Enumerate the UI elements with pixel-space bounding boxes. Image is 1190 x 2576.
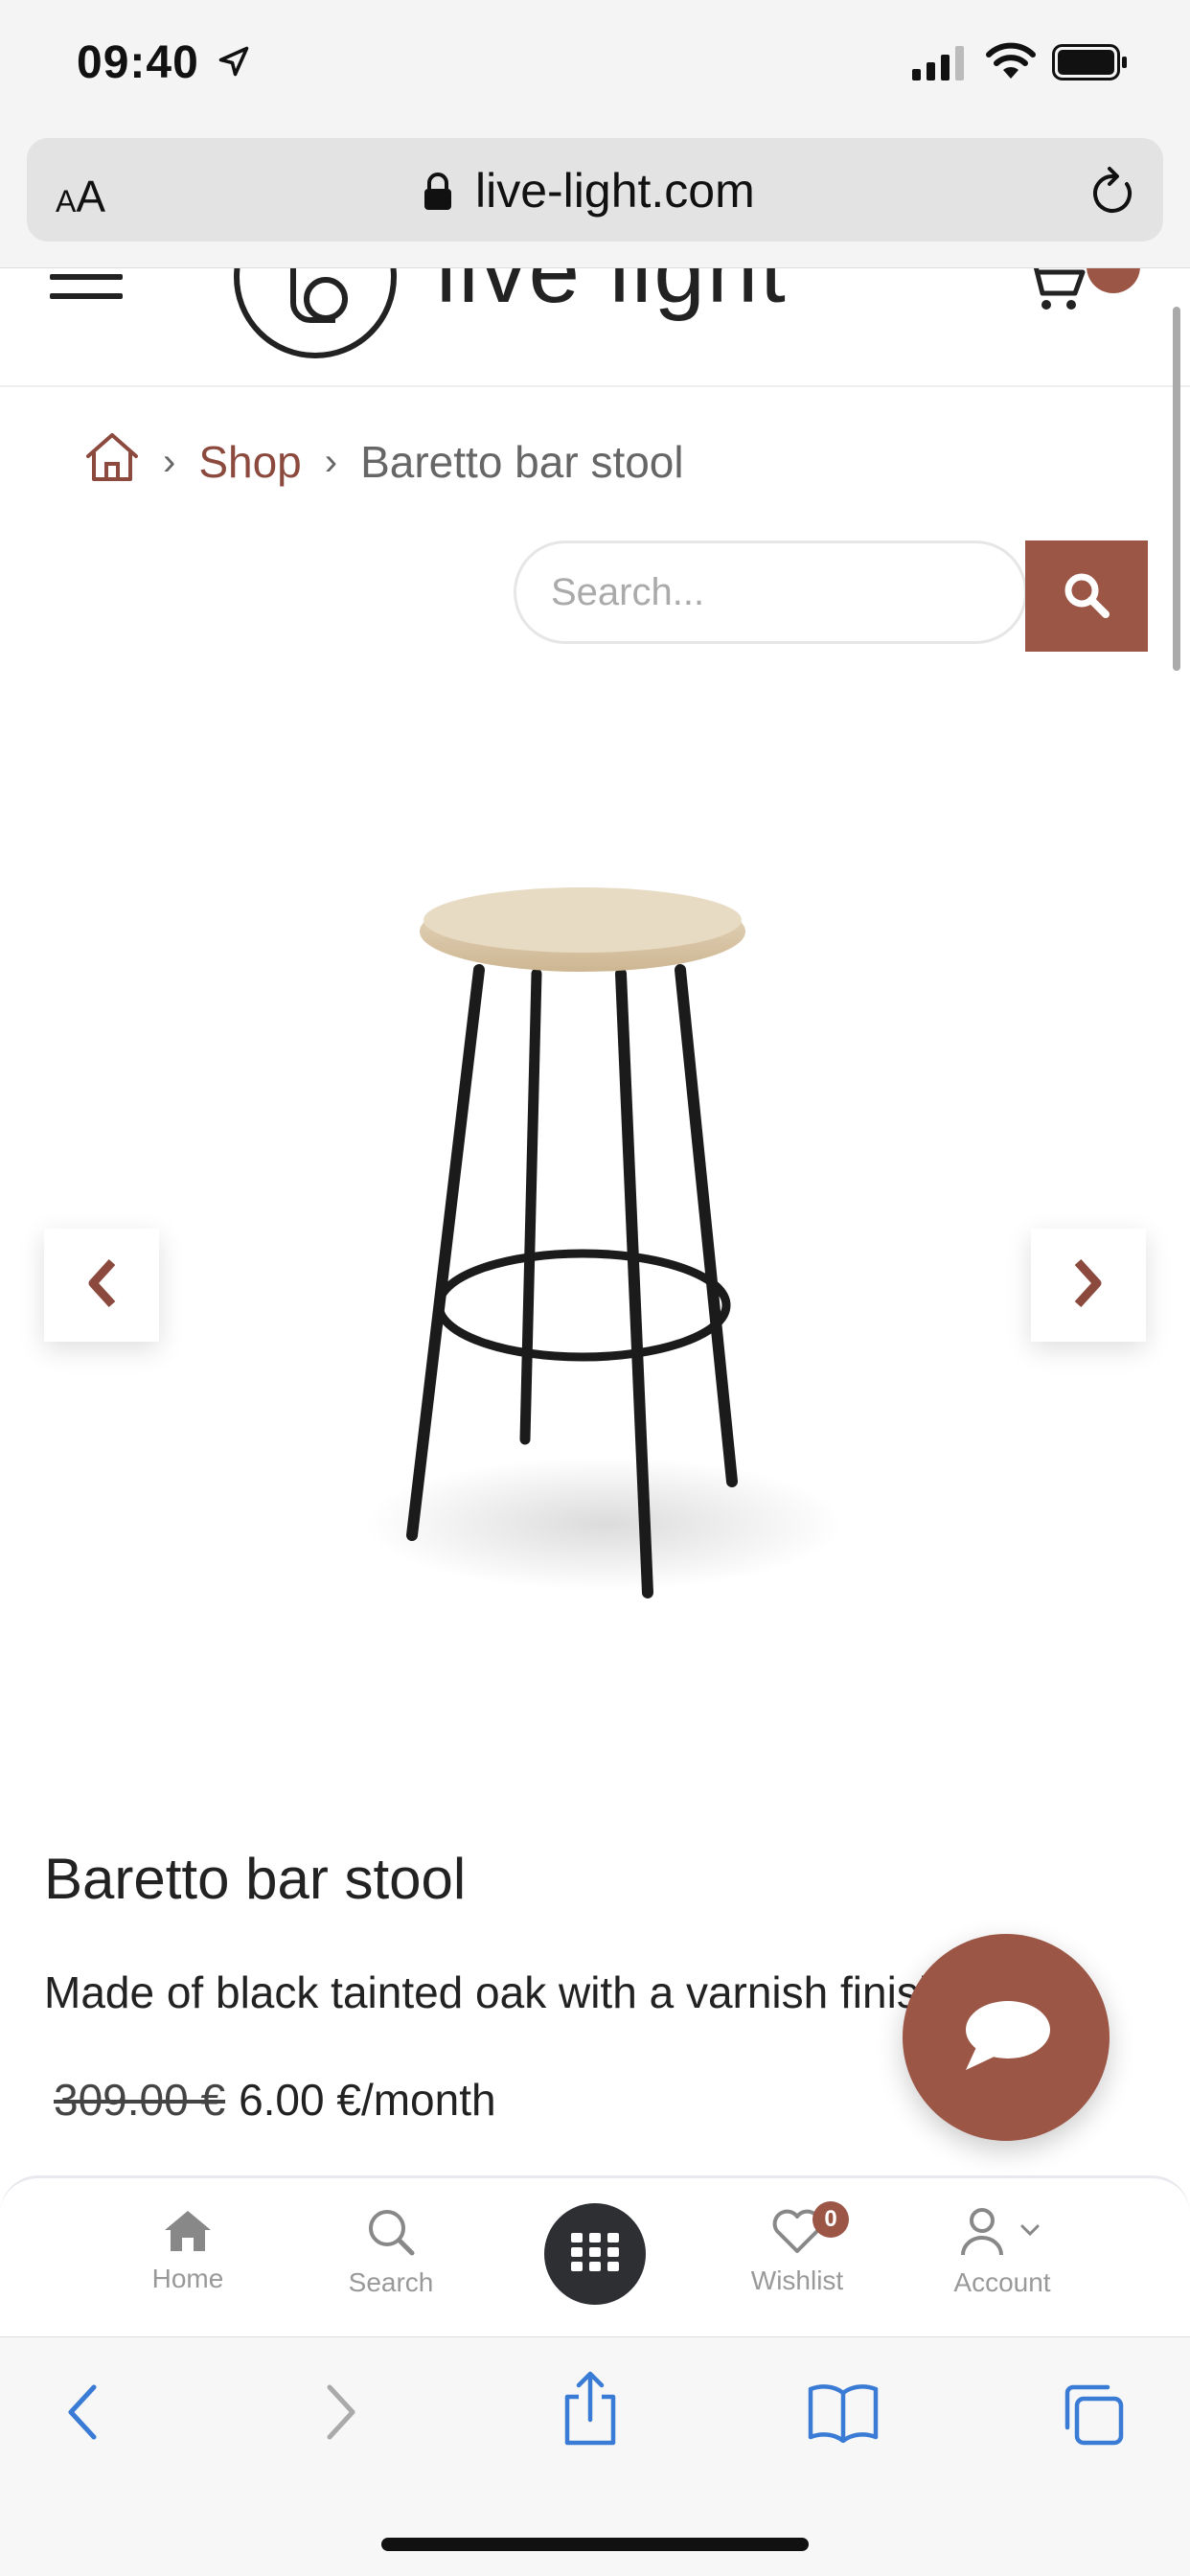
chat-bubble-icon: [960, 1995, 1052, 2081]
search-input[interactable]: [514, 540, 1027, 644]
chevron-right-icon: ›: [324, 440, 338, 483]
bookmarks-icon[interactable]: [807, 2381, 880, 2448]
product-image[interactable]: [316, 853, 891, 1624]
back-arrow-icon[interactable]: [61, 2381, 103, 2448]
nav-home[interactable]: Home: [102, 2207, 274, 2294]
home-indicator[interactable]: [381, 2538, 809, 2551]
nav-wishlist[interactable]: 0 Wishlist: [711, 2201, 883, 2296]
lock-icon: [422, 172, 454, 216]
home-icon[interactable]: [84, 431, 140, 494]
share-icon[interactable]: [560, 2370, 621, 2451]
logo-icon[interactable]: [230, 268, 400, 367]
tabs-icon[interactable]: [1060, 2381, 1125, 2451]
old-price: 309.00 €: [54, 2075, 226, 2125]
chevron-left-icon: [85, 1258, 118, 1313]
current-price: 6.00 €/month: [239, 2075, 496, 2125]
search-icon: [1062, 570, 1111, 623]
product-price: 309.00 € 6.00 €/month: [54, 2074, 496, 2126]
url-domain[interactable]: live-light.com: [475, 163, 755, 218]
chevron-right-icon: [1072, 1258, 1105, 1313]
forward-arrow-icon[interactable]: [320, 2381, 362, 2448]
wishlist-count-badge: 0: [812, 2201, 849, 2238]
nav-menu-button[interactable]: [544, 2203, 646, 2305]
cart-count-badge: [1087, 268, 1140, 293]
product-description: Made of black tainted oak with a varnish…: [44, 1967, 944, 2017]
wifi-icon: [985, 42, 1037, 85]
chat-button[interactable]: [903, 1934, 1110, 2141]
nav-home-label: Home: [151, 2264, 224, 2293]
search-icon: [366, 2210, 416, 2261]
reload-icon[interactable]: [1088, 165, 1136, 221]
carousel-next-button[interactable]: [1031, 1229, 1146, 1342]
search-button[interactable]: [1025, 540, 1148, 652]
home-icon: [161, 2211, 215, 2257]
browser-address-area: AA live-light.com: [0, 125, 1190, 268]
site-header: live light: [0, 268, 1190, 387]
breadcrumb-shop-link[interactable]: Shop: [198, 436, 301, 488]
menu-icon[interactable]: [50, 274, 123, 316]
location-arrow-icon: [217, 44, 251, 83]
breadcrumb-current: Baretto bar stool: [360, 437, 684, 487]
grid-icon: [571, 2232, 619, 2276]
cellular-signal-icon: [912, 46, 968, 85]
breadcrumb: › Shop › Baretto bar stool: [84, 431, 684, 494]
cart-icon[interactable]: [1021, 268, 1088, 317]
page: 09:40 AA live-light.com live light › Sho…: [0, 0, 1190, 2576]
carousel-prev-button[interactable]: [44, 1229, 159, 1342]
chevron-right-icon: ›: [163, 440, 176, 483]
text-size-button[interactable]: AA: [56, 171, 105, 222]
address-bar[interactable]: AA live-light.com: [27, 138, 1163, 242]
user-icon: [959, 2208, 1045, 2261]
product-title: Baretto bar stool: [44, 1847, 467, 1911]
bottom-nav: Home Search 0 Wishlist Account: [0, 2175, 1190, 2336]
status-bar: 09:40: [0, 0, 1190, 125]
nav-search[interactable]: Search: [305, 2207, 477, 2298]
nav-search-label: Search: [348, 2267, 434, 2297]
scrollbar[interactable]: [1173, 307, 1180, 671]
nav-account-label: Account: [953, 2267, 1051, 2297]
nav-account[interactable]: Account: [916, 2207, 1088, 2298]
status-time: 09:40: [77, 37, 199, 88]
battery-icon: [1052, 44, 1129, 85]
nav-wishlist-label: Wishlist: [750, 2266, 844, 2295]
logo-text[interactable]: live light: [436, 268, 788, 324]
